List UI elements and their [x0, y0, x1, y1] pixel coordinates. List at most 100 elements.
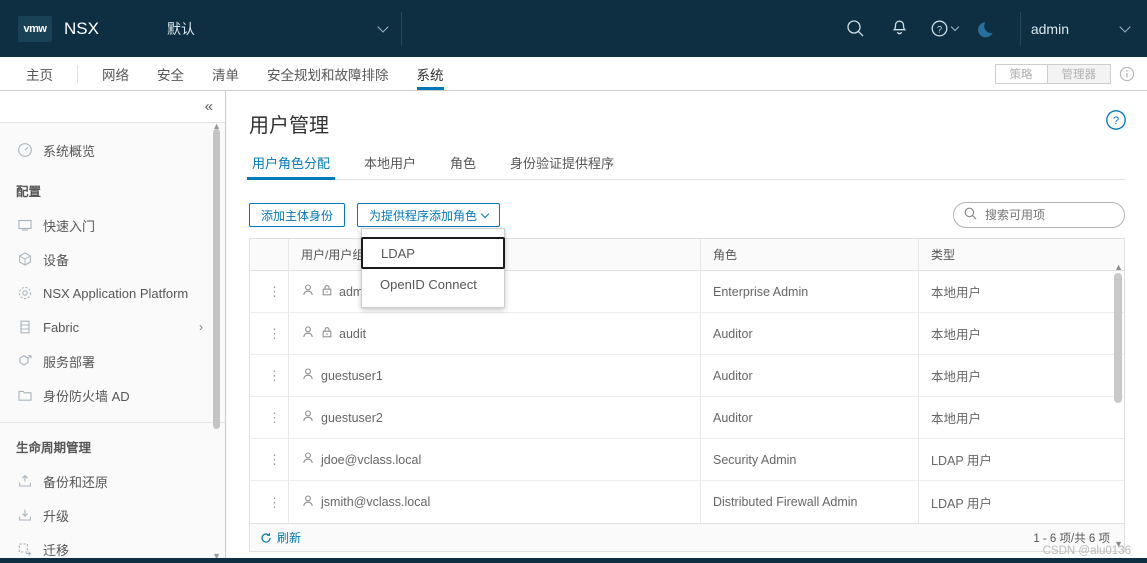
nav-label: 清单 — [212, 67, 239, 83]
user-icon — [301, 451, 315, 468]
user-icon — [301, 409, 315, 426]
help-icon[interactable]: ? — [922, 0, 966, 57]
bell-icon[interactable] — [878, 0, 922, 57]
sidebar-item-upgrade[interactable]: 升级 — [0, 498, 225, 532]
row-actions-menu[interactable]: ⋮ — [250, 271, 288, 313]
divider — [77, 64, 78, 83]
search-input[interactable] — [983, 207, 1114, 223]
table-footer: 刷新 1 - 6 项/共 6 项 — [250, 523, 1124, 551]
mode-button-policy[interactable]: 策略 — [994, 63, 1047, 84]
top-header-bar: vmw NSX 默认 ? admin — [0, 0, 1147, 57]
cell-role: Security Admin — [700, 438, 918, 481]
divider — [1019, 11, 1021, 46]
cell-role: Distributed Firewall Admin — [700, 481, 918, 523]
sidebar-item-identity-firewall-ad[interactable]: 身份防火墙 AD — [0, 378, 225, 412]
table-row[interactable]: ⋮ jsmith@vclass.local Distributed Firewa… — [250, 481, 1124, 523]
nav-label: 主页 — [26, 67, 53, 83]
lock-icon — [321, 326, 333, 341]
nav-item-security[interactable]: 安全 — [143, 57, 198, 90]
dropdown-item-ldap[interactable]: LDAP — [361, 237, 505, 269]
toolbar: 添加主体身份 为提供程序添加角色 LDAP OpenID Connect — [249, 202, 1125, 308]
kebab-menu-icon[interactable]: ⋮ — [262, 496, 281, 509]
mode-button-manager[interactable]: 管理器 — [1046, 63, 1111, 84]
row-actions-menu[interactable]: ⋮ — [250, 313, 288, 355]
add-role-for-provider-button[interactable]: 为提供程序添加角色 — [357, 203, 501, 227]
table-row[interactable]: ⋮ audit Auditor 本地用户 — [250, 312, 1124, 355]
add-principal-identity-button[interactable]: 添加主体身份 — [249, 203, 346, 227]
sidebar-scrollbar[interactable] — [213, 129, 220, 429]
refresh-icon — [261, 532, 271, 543]
help-circle-icon[interactable]: ? — [1105, 109, 1127, 134]
pagination-count: 1 - 6 项/共 6 项 — [1033, 532, 1110, 545]
sidebar-item-appliances[interactable]: 设备 — [0, 242, 225, 276]
user-icon — [301, 367, 315, 384]
sidebar-item-label: 迁移 — [43, 542, 70, 558]
dark-mode-icon[interactable] — [966, 0, 1010, 57]
nav-item-networking[interactable]: 网络 — [88, 57, 143, 90]
table-scrollbar[interactable] — [1114, 273, 1122, 403]
row-actions-menu[interactable]: ⋮ — [250, 355, 288, 397]
row-actions-menu[interactable]: ⋮ — [250, 481, 288, 523]
column-header-role: 角色 — [700, 238, 918, 271]
sidebar-item-label: 备份和还原 — [43, 474, 109, 490]
kebab-menu-icon[interactable]: ⋮ — [262, 327, 281, 340]
user-icon — [301, 494, 315, 511]
cell-type: 本地用户 — [918, 354, 1112, 397]
upgrade-icon — [16, 506, 34, 524]
nav-item-system[interactable]: 系统 — [403, 57, 458, 90]
kebab-menu-icon[interactable]: ⋮ — [262, 285, 281, 298]
brand-area[interactable]: vmw NSX — [18, 15, 99, 42]
tab-auth-providers[interactable]: 身份验证提供程序 — [507, 153, 617, 179]
column-header-type: 类型 — [918, 238, 1112, 271]
search-icon[interactable] — [834, 0, 878, 57]
cell-type: 本地用户 — [918, 396, 1112, 439]
table-scroll-up-arrow[interactable]: ▲ — [1114, 263, 1123, 272]
vmware-logo: vmw — [18, 15, 52, 42]
table-row[interactable]: ⋮ guestuser2 Auditor 本地用户 — [250, 396, 1124, 439]
row-actions-menu[interactable]: ⋮ — [250, 397, 288, 439]
nav-label: 网络 — [102, 67, 129, 83]
sidebar-group-title-lifecycle: 生命周期管理 — [16, 441, 92, 455]
dropdown-item-openid-connect[interactable]: OpenID Connect — [362, 269, 504, 299]
chevron-down-icon — [950, 22, 960, 31]
nav-label: 系统 — [416, 67, 444, 83]
tenant-selector[interactable]: 默认 — [167, 19, 389, 39]
table-row[interactable]: ⋮ jdoe@vclass.local Security Admin LDAP … — [250, 438, 1124, 481]
sidebar-item-label: 设备 — [43, 252, 70, 268]
kebab-menu-icon[interactable]: ⋮ — [262, 411, 281, 424]
refresh-button[interactable]: 刷新 — [260, 529, 301, 546]
sidebar-item-label: 服务部署 — [43, 354, 96, 370]
tab-local-users[interactable]: 本地用户 — [361, 153, 419, 179]
user-name: jdoe@vclass.local — [321, 452, 422, 467]
tab-user-role-assignment[interactable]: 用户角色分配 — [246, 153, 336, 180]
table-row[interactable]: ⋮ guestuser1 Auditor 本地用户 — [250, 354, 1124, 397]
search-box[interactable] — [953, 202, 1125, 228]
info-icon[interactable] — [1119, 66, 1135, 82]
user-menu[interactable]: admin — [1031, 21, 1147, 37]
sidebar-item-fabric[interactable]: Fabric › — [0, 310, 225, 344]
row-actions-menu[interactable]: ⋮ — [250, 439, 288, 481]
sidebar-item-service-deployments[interactable]: 服务部署 — [0, 344, 225, 378]
rack-icon — [16, 318, 34, 336]
sidebar-item-label: 系统概览 — [43, 143, 96, 159]
kebab-menu-icon[interactable]: ⋮ — [262, 369, 281, 382]
sidebar-item-get-started[interactable]: 快速入门 — [0, 208, 225, 242]
user-name: audit — [339, 326, 367, 341]
sidebar-item-nsx-application-platform[interactable]: NSX Application Platform — [0, 276, 225, 310]
nav-item-inventory[interactable]: 清单 — [198, 57, 253, 90]
nav-item-home[interactable]: 主页 — [12, 57, 67, 90]
gauge-icon — [16, 141, 34, 159]
sidebar-item-backup-restore[interactable]: 备份和还原 — [0, 464, 225, 498]
tab-roles[interactable]: 角色 — [447, 153, 479, 179]
user-name: admin — [1030, 20, 1069, 37]
kebab-menu-icon[interactable]: ⋮ — [262, 453, 281, 466]
nav-item-plan-troubleshoot[interactable]: 安全规划和故障排除 — [253, 57, 403, 90]
cell-role: Enterprise Admin — [700, 270, 918, 313]
chevron-right-icon: › — [199, 320, 203, 334]
cube-icon — [16, 250, 34, 268]
svg-text:?: ? — [937, 24, 942, 35]
user-icon — [301, 325, 315, 342]
collapse-sidebar-icon[interactable]: « — [205, 99, 213, 114]
sidebar-scroll-area: 系统概览 配置 快速入门 设备 NSX Application Platform — [0, 123, 225, 563]
sidebar-item-system-overview[interactable]: 系统概览 — [0, 133, 225, 167]
